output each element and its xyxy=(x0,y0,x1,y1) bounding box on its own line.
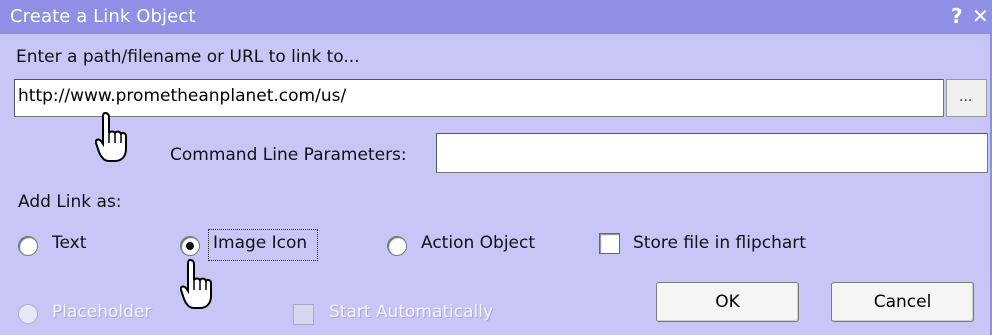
radio-image-icon-label[interactable]: Image Icon xyxy=(213,233,307,253)
path-input-value: http://www.prometheanplanet.com/us/ xyxy=(18,86,347,106)
start-auto-label: Start Automatically xyxy=(329,302,494,322)
path-input[interactable]: http://www.prometheanplanet.com/us/ xyxy=(14,79,944,117)
radio-placeholder-label: Placeholder xyxy=(52,302,152,322)
radio-action-object-label[interactable]: Action Object xyxy=(421,233,535,253)
store-file-checkbox[interactable] xyxy=(599,233,620,254)
radio-image-icon[interactable] xyxy=(180,236,200,256)
radio-text-label[interactable]: Text xyxy=(52,233,86,253)
start-auto-checkbox xyxy=(293,304,314,325)
radio-placeholder xyxy=(18,304,38,324)
command-line-input[interactable] xyxy=(436,133,988,173)
create-link-dialog: Create a Link Object ? ✕ Enter a path/fi… xyxy=(0,0,992,335)
radio-text[interactable] xyxy=(18,236,38,256)
store-file-label[interactable]: Store file in flipchart xyxy=(633,233,806,253)
radio-action-object[interactable] xyxy=(387,236,407,256)
add-link-as-label: Add Link as: xyxy=(18,192,122,212)
ok-button[interactable]: OK xyxy=(656,282,799,322)
browse-button[interactable]: ... xyxy=(946,79,987,117)
hand-pointer-icon xyxy=(180,258,212,309)
help-icon[interactable]: ? xyxy=(951,4,963,28)
close-icon[interactable]: ✕ xyxy=(972,4,989,28)
command-line-label: Command Line Parameters: xyxy=(170,145,407,165)
title-bar: Create a Link Object ? ✕ xyxy=(0,0,992,34)
path-label: Enter a path/filename or URL to link to.… xyxy=(16,47,360,67)
ok-button-label: OK xyxy=(715,292,740,312)
dialog-title: Create a Link Object xyxy=(10,6,196,27)
hand-pointer-icon xyxy=(95,111,127,162)
cancel-button[interactable]: Cancel xyxy=(831,282,974,322)
browse-button-label: ... xyxy=(959,89,973,105)
cancel-button-label: Cancel xyxy=(873,292,932,312)
